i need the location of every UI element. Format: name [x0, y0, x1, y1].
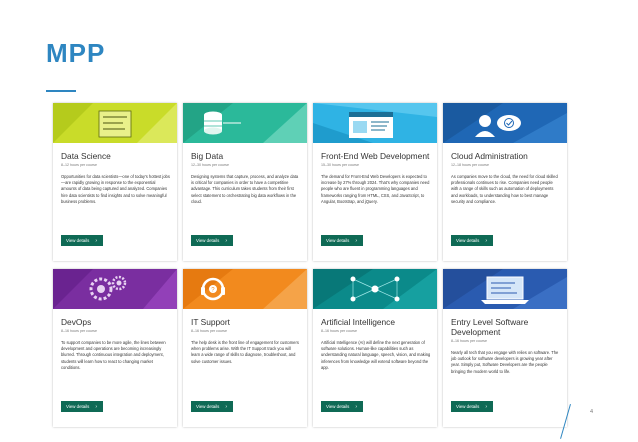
- card-hours: 8–16 hours per course: [321, 329, 357, 333]
- gears-icon: [53, 269, 177, 309]
- course-card-artificial-intelligence[interactable]: Artificial Intelligence 8–16 hours per c…: [313, 269, 437, 427]
- view-details-button[interactable]: View details ›: [191, 235, 233, 246]
- card-description: Opportunities for data scientists—one of…: [61, 174, 170, 204]
- view-details-button[interactable]: View details ›: [61, 401, 103, 412]
- view-details-button[interactable]: View details ›: [451, 235, 493, 246]
- card-description: The demand for Front-End Web Developers …: [321, 174, 430, 204]
- card-title: DevOps: [61, 317, 92, 327]
- card-hours: 8–16 hours per course: [61, 329, 97, 333]
- course-card-it-support[interactable]: ? IT Support 8–16 hours per course The h…: [183, 269, 307, 427]
- laptop-icon: [443, 269, 567, 309]
- button-label: View details: [326, 238, 350, 243]
- card-description: Designing systems that capture, process,…: [191, 174, 299, 204]
- course-card-front-end-web-development[interactable]: Front-End Web Development 15–30 hours pe…: [313, 103, 437, 261]
- view-details-button[interactable]: View details ›: [451, 401, 493, 412]
- view-details-button[interactable]: View details ›: [191, 401, 233, 412]
- data-stack-icon: [183, 103, 307, 143]
- neural-network-icon: [313, 269, 437, 309]
- button-label: View details: [196, 404, 220, 409]
- card-banner: [53, 269, 177, 309]
- view-details-button[interactable]: View details ›: [61, 235, 103, 246]
- card-title: Artificial Intelligence: [321, 317, 396, 327]
- card-banner: ?: [183, 269, 307, 309]
- support-headset-icon: ?: [183, 269, 307, 309]
- card-description: To support companies to be more agile, t…: [61, 340, 166, 370]
- browser-window-icon: [313, 103, 437, 143]
- card-title: Data Science: [61, 151, 111, 161]
- chevron-right-icon: ›: [95, 237, 98, 244]
- button-label: View details: [326, 404, 350, 409]
- card-description: As companies move to the cloud, the need…: [451, 174, 558, 204]
- chevron-right-icon: ›: [355, 237, 358, 244]
- card-banner: [53, 103, 177, 143]
- course-card-devops[interactable]: DevOps 8–16 hours per course To support …: [53, 269, 177, 427]
- title-underline: [46, 90, 76, 92]
- card-description: The help desk is the front line of engag…: [191, 340, 299, 364]
- chevron-right-icon: ›: [225, 403, 228, 410]
- card-hours: 12–18 hours per course: [451, 163, 489, 167]
- view-details-button[interactable]: View details ›: [321, 401, 363, 412]
- card-title: Entry Level Software Development: [451, 317, 529, 337]
- card-hours: 8–16 hours per course: [451, 339, 487, 343]
- card-hours: 15–30 hours per course: [321, 163, 359, 167]
- card-title: Cloud Administration: [451, 151, 528, 161]
- button-label: View details: [456, 404, 480, 409]
- card-title: Front-End Web Development: [321, 151, 430, 161]
- course-card-entry-level-software-development[interactable]: Entry Level Software Development 8–16 ho…: [443, 269, 567, 427]
- card-banner: [443, 269, 567, 309]
- chevron-right-icon: ›: [355, 403, 358, 410]
- card-description: Artificial Intelligence (AI) will define…: [321, 340, 431, 370]
- slide-title: MPP: [46, 38, 106, 68]
- course-card-big-data[interactable]: Big Data 12–30 hours per course Designin…: [183, 103, 307, 261]
- button-label: View details: [456, 238, 480, 243]
- button-label: View details: [196, 238, 220, 243]
- card-banner: [313, 103, 437, 143]
- card-banner: [443, 103, 567, 143]
- card-title: Big Data: [191, 151, 224, 161]
- chevron-right-icon: ›: [485, 237, 488, 244]
- button-label: View details: [66, 238, 90, 243]
- course-card-data-science[interactable]: Data Science 8–12 hours per course Oppor…: [53, 103, 177, 261]
- page-number: 4: [590, 409, 594, 415]
- card-hours: 12–30 hours per course: [191, 163, 229, 167]
- card-title: IT Support: [191, 317, 230, 327]
- card-banner: [313, 269, 437, 309]
- card-hours: 8–12 hours per course: [61, 163, 97, 167]
- view-details-button[interactable]: View details ›: [321, 235, 363, 246]
- chevron-right-icon: ›: [95, 403, 98, 410]
- card-description: Nearly all tech that you engage with rel…: [451, 350, 559, 374]
- card-banner: [183, 103, 307, 143]
- cloud-admin-icon: [443, 103, 567, 143]
- course-grid: Data Science 8–12 hours per course Oppor…: [53, 103, 567, 427]
- button-label: View details: [66, 404, 90, 409]
- course-card-cloud-administration[interactable]: Cloud Administration 12–18 hours per cou…: [443, 103, 567, 261]
- chevron-right-icon: ›: [485, 403, 488, 410]
- formula-board-icon: [53, 103, 177, 143]
- chevron-right-icon: ›: [225, 237, 228, 244]
- card-hours: 8–16 hours per course: [191, 329, 227, 333]
